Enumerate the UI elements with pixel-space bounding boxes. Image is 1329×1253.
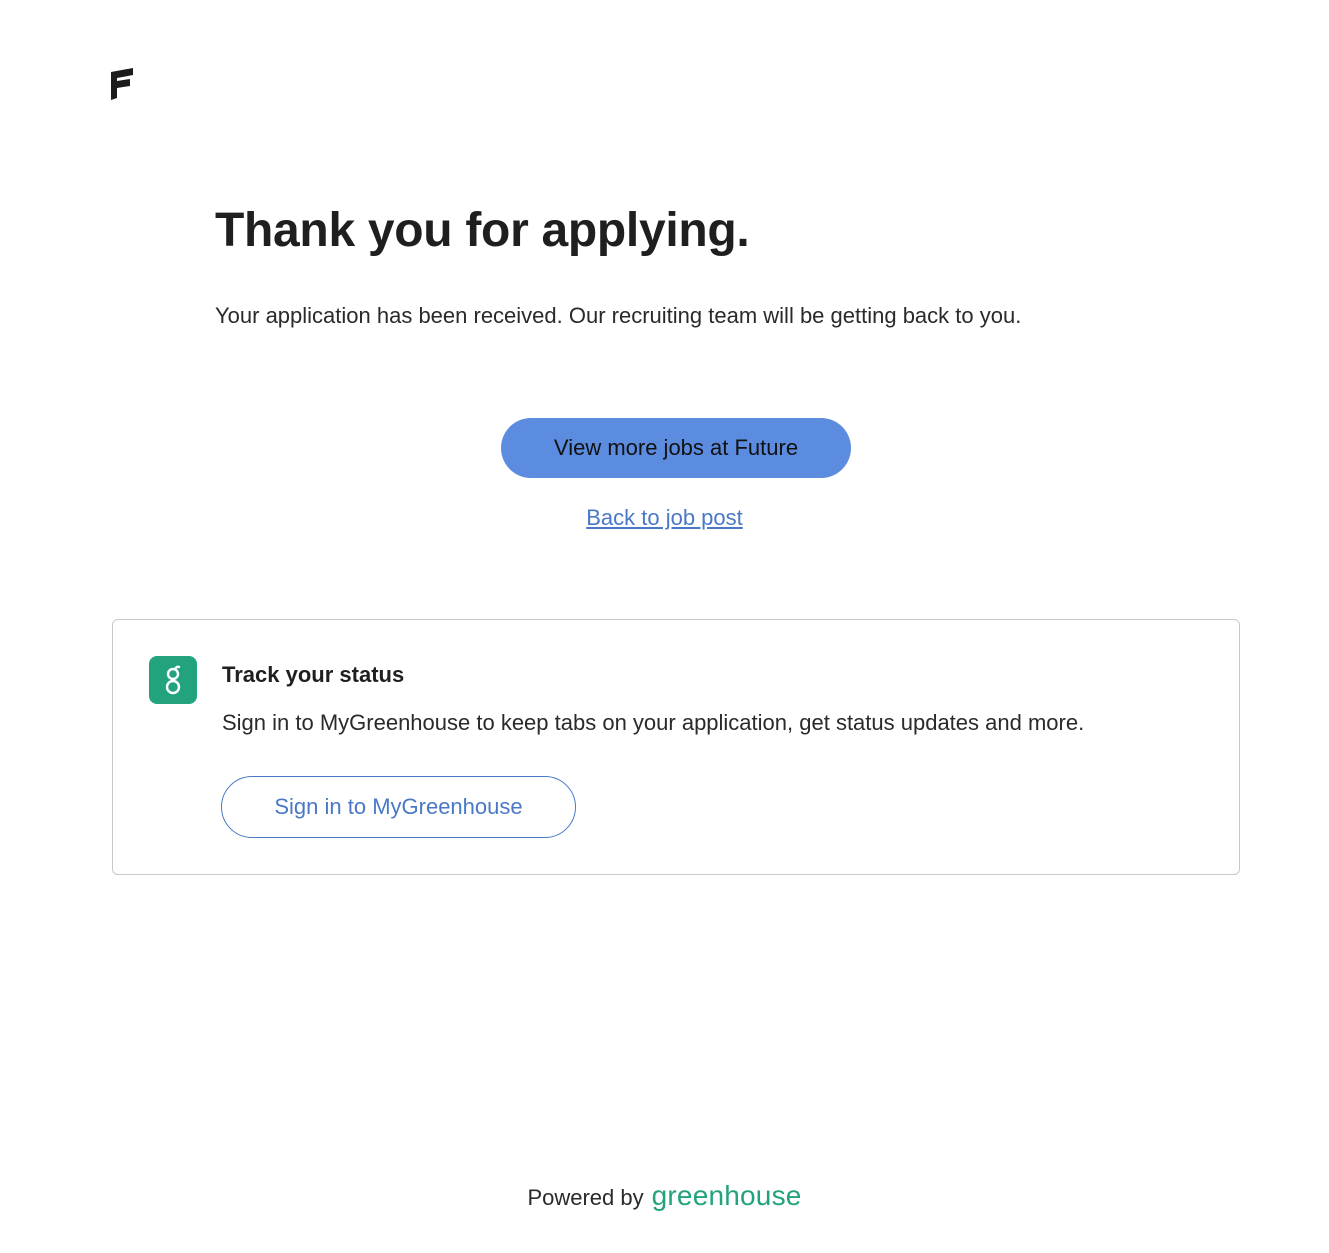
page-title: Thank you for applying. xyxy=(215,204,750,257)
future-logo-icon[interactable] xyxy=(108,66,136,102)
confirmation-content: Thank you for applying. Your application… xyxy=(215,200,1175,328)
confirmation-page: Thank you for applying. Your application… xyxy=(0,0,1329,1253)
track-status-title: Track your status xyxy=(222,662,405,687)
back-link-container: Back to job post xyxy=(0,505,1329,531)
view-more-jobs-button[interactable]: View more jobs at Future xyxy=(501,418,851,478)
sign-in-mygreenhouse-button[interactable]: Sign in to MyGreenhouse xyxy=(221,776,576,838)
greenhouse-g-icon xyxy=(149,656,197,704)
track-status-card: Track your status Sign in to MyGreenhous… xyxy=(112,619,1240,875)
greenhouse-brand-logo[interactable]: greenhouse xyxy=(652,1180,802,1212)
track-status-description: Sign in to MyGreenhouse to keep tabs on … xyxy=(222,710,1085,735)
back-to-job-post-link[interactable]: Back to job post xyxy=(586,505,743,530)
footer: Powered by greenhouse xyxy=(0,1180,1329,1212)
confirmation-message: Your application has been received. Our … xyxy=(215,303,1022,328)
powered-by-label: Powered by xyxy=(527,1185,644,1210)
